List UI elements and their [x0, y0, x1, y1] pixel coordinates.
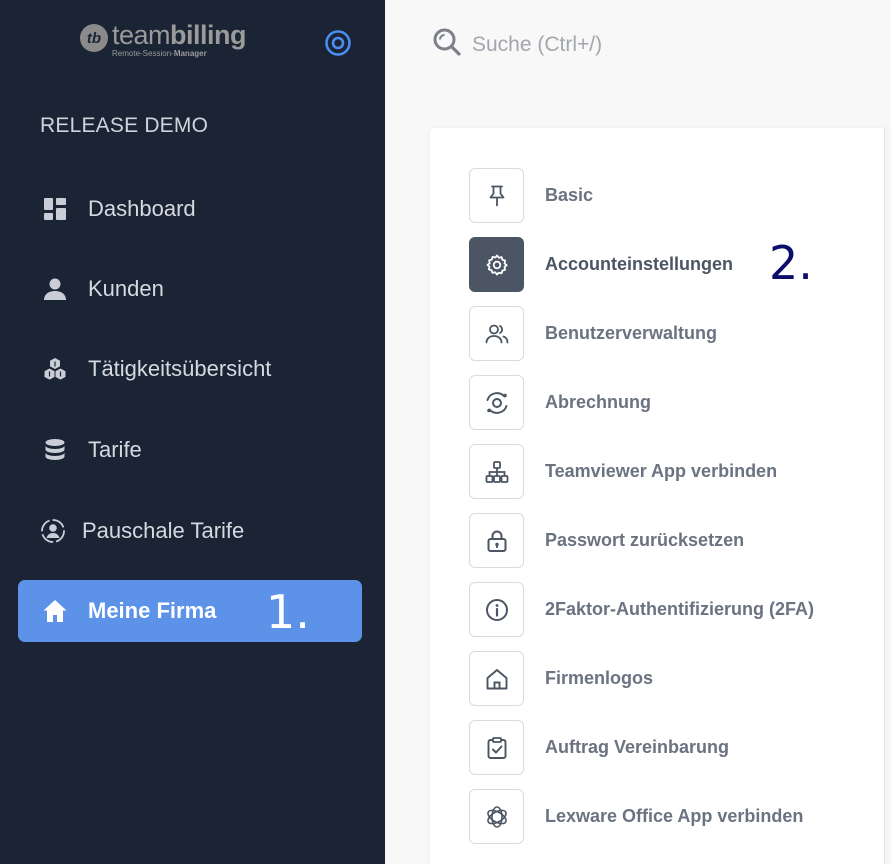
- panel-divider: [884, 128, 885, 864]
- search-input[interactable]: Suche (Ctrl+/): [472, 33, 602, 57]
- company-name: RELEASE DEMO: [40, 114, 209, 137]
- sidebar-item-taetigkeitsuebersicht[interactable]: Tätigkeitsübersicht: [18, 338, 362, 400]
- gear-icon: [469, 237, 524, 292]
- settings-item-lexware[interactable]: Lexware Office App verbinden: [469, 789, 803, 844]
- users-icon: [469, 306, 524, 361]
- settings-item-accounteinstellungen[interactable]: Accounteinstellungen: [469, 237, 733, 292]
- house-icon: [469, 651, 524, 706]
- pin-icon: [469, 168, 524, 223]
- search-bar[interactable]: Suche (Ctrl+/): [432, 27, 602, 62]
- sidebar-item-dashboard[interactable]: Dashboard: [18, 178, 362, 240]
- cubes-icon: [42, 356, 68, 382]
- settings-item-label: Lexware Office App verbinden: [545, 806, 804, 826]
- logo-wordmark: teambilling: [112, 20, 247, 50]
- settings-item-label: Auftrag Vereinbarung: [545, 737, 730, 757]
- settings-item-label: Abrechnung: [545, 392, 651, 412]
- settings-item-label: 2Faktor-Authentifizierung (2FA): [545, 599, 814, 619]
- settings-item-auftrag[interactable]: Auftrag Vereinbarung: [469, 720, 729, 775]
- settings-item-benutzerverwaltung[interactable]: Benutzerverwaltung: [469, 306, 717, 361]
- sidebar-item-label: Dashboard: [88, 196, 196, 221]
- step-annotation-1: 1.: [266, 585, 310, 639]
- sitemap-icon: [469, 444, 524, 499]
- sidebar-item-label: Meine Firma: [88, 598, 217, 623]
- dashboard-icon: [42, 196, 68, 222]
- step-annotation-2: 2.: [769, 236, 813, 290]
- lock-icon: [469, 513, 524, 568]
- settings-item-label: Firmenlogos: [545, 668, 654, 688]
- settings-item-passwort[interactable]: Passwort zurücksetzen: [469, 513, 744, 568]
- sidebar-item-tarife[interactable]: Tarife: [18, 419, 362, 481]
- clipboard-check-icon: [469, 720, 524, 775]
- sidebar-item-label: Tätigkeitsübersicht: [88, 356, 272, 381]
- settings-item-label: Basic: [545, 185, 594, 205]
- settings-item-firmenlogos[interactable]: Firmenlogos: [469, 651, 653, 706]
- link-rings-icon: [469, 789, 524, 844]
- sidebar-item-label: Kunden: [88, 276, 164, 301]
- sidebar-item-label: Pauschale Tarife: [82, 518, 245, 543]
- search-icon: [432, 27, 462, 62]
- user-circle-icon: [40, 518, 66, 544]
- settings-item-label: Teamviewer App verbinden: [545, 461, 778, 481]
- database-icon: [42, 437, 68, 463]
- sidebar-toggle-icon[interactable]: [324, 29, 352, 57]
- info-icon: [469, 582, 524, 637]
- sidebar-item-label: Tarife: [88, 437, 142, 462]
- sidebar-item-pauschale-tarife[interactable]: Pauschale Tarife: [18, 500, 362, 562]
- app-logo[interactable]: tb teambilling Remote-Session-Manager: [80, 20, 247, 58]
- sidebar: tb teambilling Remote-Session-Manager RE…: [0, 0, 385, 864]
- settings-item-2fa[interactable]: 2Faktor-Authentifizierung (2FA): [469, 582, 814, 637]
- settings-item-teamviewer[interactable]: Teamviewer App verbinden: [469, 444, 777, 499]
- settings-item-label: Benutzerverwaltung: [545, 323, 718, 343]
- sidebar-item-meine-firma[interactable]: Meine Firma: [18, 580, 362, 642]
- logo-mark-icon: tb: [80, 24, 108, 52]
- settings-item-label: Passwort zurücksetzen: [545, 530, 745, 550]
- sidebar-item-kunden[interactable]: Kunden: [18, 258, 362, 320]
- user-icon: [42, 276, 68, 302]
- settings-item-basic[interactable]: Basic: [469, 168, 593, 223]
- logo-tagline: Remote-Session-Manager: [112, 49, 207, 58]
- billing-cycle-icon: [469, 375, 524, 430]
- settings-item-abrechnung[interactable]: Abrechnung: [469, 375, 651, 430]
- settings-item-label: Accounteinstellungen: [545, 254, 734, 274]
- home-icon: [42, 598, 68, 624]
